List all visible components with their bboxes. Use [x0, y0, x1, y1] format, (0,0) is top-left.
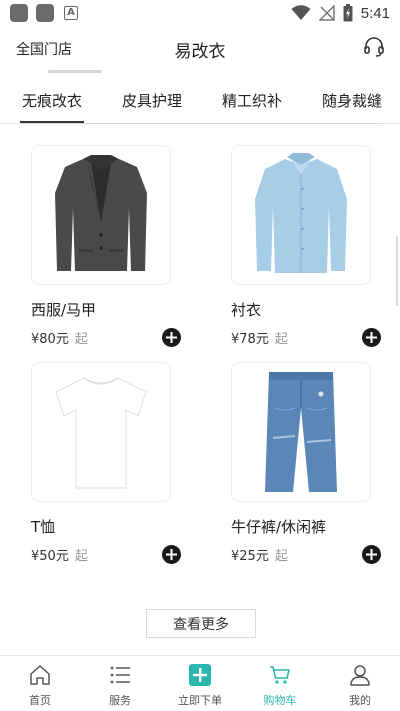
nav-label: 首页: [29, 694, 51, 707]
nav-profile[interactable]: 我的: [320, 662, 400, 708]
category-tabs: 无痕改衣 皮具护理 精工织补 随身裁缝: [0, 80, 400, 124]
nav-label: 我的: [349, 694, 371, 707]
product-name: 牛仔裤/休闲裤: [231, 518, 327, 536]
product-name: 衬衣: [231, 301, 262, 319]
product-card[interactable]: T恤 ¥50元 起: [31, 362, 201, 565]
product-price: ¥80元: [31, 331, 69, 347]
product-image-blazer[interactable]: [31, 145, 171, 285]
product-price-row: ¥80元 起: [31, 326, 181, 348]
plus-icon: [366, 549, 377, 560]
blazer-image: [55, 155, 147, 271]
nav-label: 服务: [109, 694, 131, 707]
price-suffix: 起: [274, 548, 288, 564]
add-to-cart-button[interactable]: [162, 545, 181, 564]
tshirt-image: [55, 377, 147, 489]
tab-suishen-caifeng[interactable]: 随身裁缝: [322, 90, 382, 111]
user-icon: [350, 665, 370, 686]
shirt-image: [255, 153, 347, 273]
product-price: ¥25元: [231, 548, 269, 564]
plus-icon: [366, 332, 377, 343]
price-suffix: 起: [74, 331, 88, 347]
product-price-row: ¥78元 起: [231, 326, 381, 348]
home-icon: [30, 665, 50, 685]
bottom-nav: 首页 服务 立即下单 购物车 我的: [0, 655, 400, 711]
cart-icon: [270, 666, 290, 684]
product-card[interactable]: 牛仔裤/休闲裤 ¥25元 起: [231, 362, 400, 565]
product-price-row: ¥50元 起: [31, 543, 181, 565]
app-notification-icon: [36, 4, 54, 22]
no-signal-icon: [318, 5, 335, 21]
nav-label: 购物车: [263, 694, 297, 707]
tab-jinggong-zhibu[interactable]: 精工织补: [222, 90, 282, 111]
product-price: ¥50元: [31, 548, 69, 564]
notification-icons: A: [10, 4, 80, 22]
product-card[interactable]: 衬衣 ¥78元 起: [231, 145, 400, 348]
nav-services[interactable]: 服务: [80, 662, 160, 708]
add-to-cart-button[interactable]: [162, 328, 181, 347]
wifi-icon: [291, 5, 311, 20]
nav-home[interactable]: 首页: [0, 662, 80, 708]
scrolled-content-remnant: [48, 70, 102, 73]
plus-icon: [166, 549, 177, 560]
jeans-image: [265, 372, 337, 492]
plus-icon: [166, 332, 177, 343]
nav-order-now[interactable]: 立即下单: [160, 662, 240, 708]
app-header: 全国门店 易改衣: [0, 30, 400, 66]
page-title: 易改衣: [174, 42, 226, 62]
view-more-button[interactable]: 查看更多: [146, 609, 256, 638]
battery-icon: [343, 4, 353, 22]
price-suffix: 起: [274, 331, 288, 347]
add-to-cart-button[interactable]: [362, 328, 381, 347]
tabs-divider: [18, 123, 382, 124]
plus-square-icon: [189, 664, 211, 686]
price-suffix: 起: [74, 548, 88, 564]
product-price: ¥78元: [231, 331, 269, 347]
product-name: 西服/马甲: [31, 301, 97, 319]
tab-wuhen-gaiyi[interactable]: 无痕改衣: [19, 90, 85, 123]
product-price-row: ¥25元 起: [231, 543, 381, 565]
font-notification-icon: A: [62, 4, 80, 22]
product-image-shirt[interactable]: [231, 145, 371, 285]
app-notification-icon: [10, 4, 28, 22]
tab-piju-huli[interactable]: 皮具护理: [122, 90, 182, 111]
product-image-tshirt[interactable]: [31, 362, 171, 502]
system-icons: 5:41: [291, 4, 390, 22]
headset-icon[interactable]: [362, 35, 386, 59]
list-icon: [110, 666, 130, 684]
status-bar: A 5:41: [0, 0, 400, 28]
product-card[interactable]: 西服/马甲 ¥80元 起: [31, 145, 201, 348]
product-image-jeans[interactable]: [231, 362, 371, 502]
add-to-cart-button[interactable]: [362, 545, 381, 564]
nav-label: 立即下单: [178, 694, 222, 707]
clock: 5:41: [360, 4, 390, 22]
product-name: T恤: [31, 518, 56, 536]
nav-cart[interactable]: 购物车: [240, 662, 320, 708]
